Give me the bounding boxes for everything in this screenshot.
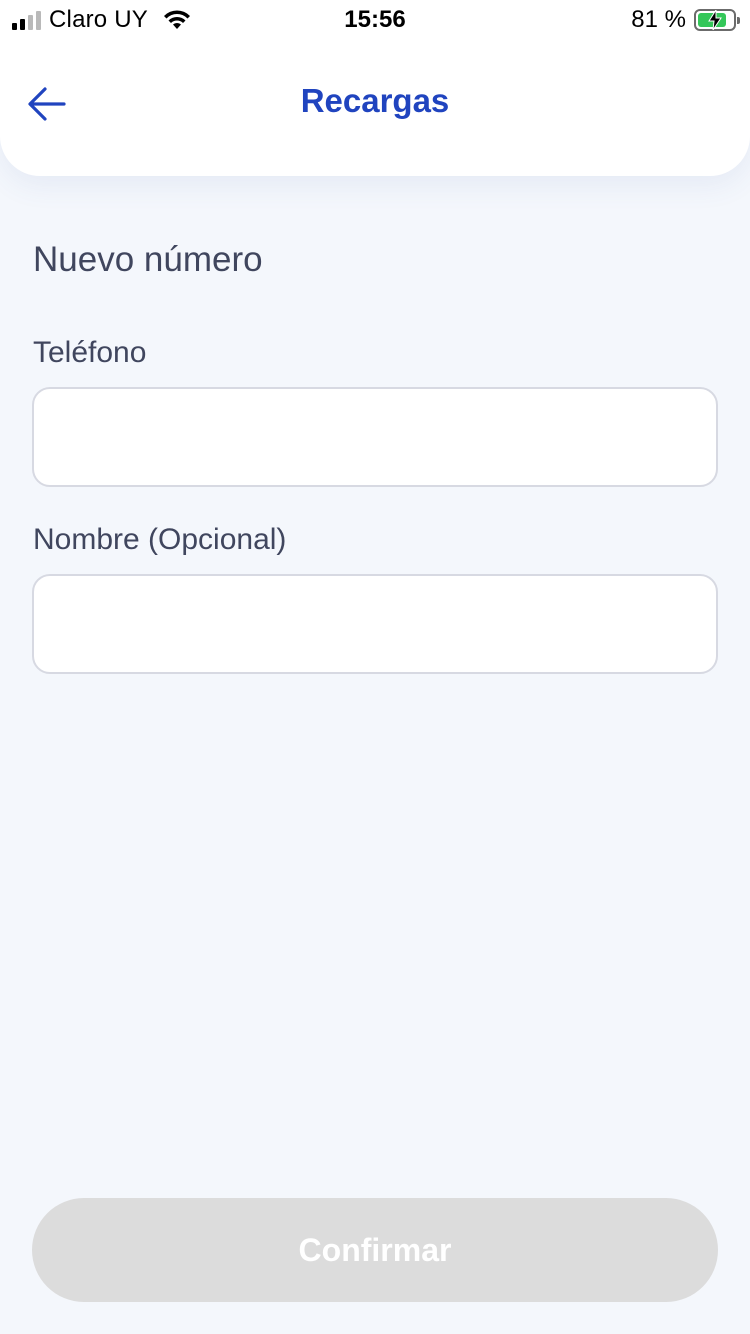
name-label: Nombre (Opcional) xyxy=(33,523,287,556)
app-header: Recargas xyxy=(0,60,750,148)
status-bar: Claro UY 15:56 81 % xyxy=(0,0,750,40)
phone-label: Teléfono xyxy=(33,336,147,369)
recargas-screen: Claro UY 15:56 81 % Recargas Nuevo númer… xyxy=(0,0,750,1334)
confirm-button[interactable]: Confirmar xyxy=(32,1198,718,1302)
page-title: Recargas xyxy=(300,82,450,119)
section-title: Nuevo número xyxy=(33,240,263,279)
charging-bolt-icon xyxy=(708,10,722,30)
status-right: 81 % xyxy=(631,6,740,34)
header-card: Claro UY 15:56 81 % Recargas xyxy=(0,0,750,176)
phone-input[interactable] xyxy=(32,387,718,487)
name-input[interactable] xyxy=(32,574,718,674)
battery-percent: 81 % xyxy=(631,6,686,33)
battery-icon xyxy=(694,9,740,31)
